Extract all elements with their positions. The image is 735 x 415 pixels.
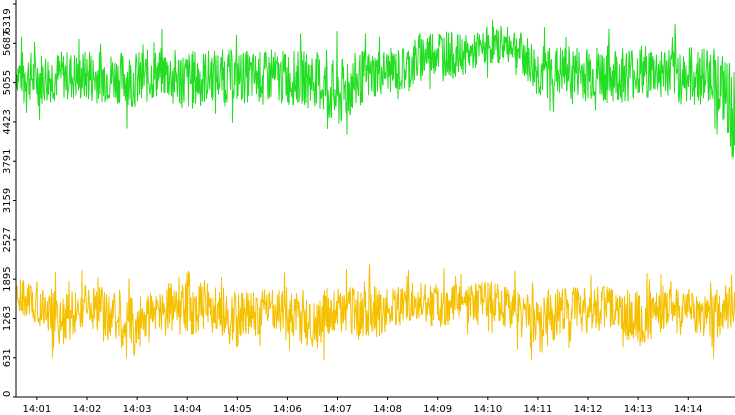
x-tick-label: 14:13 <box>624 404 653 415</box>
y-tick-label: 3791 <box>2 148 13 173</box>
series-1-line <box>15 19 735 158</box>
y-tick-label: 4423 <box>2 109 13 134</box>
x-tick-label: 14:10 <box>473 404 502 415</box>
x-tick-label: 14:05 <box>223 404 252 415</box>
y-tick-label: 2527 <box>2 227 13 252</box>
x-tick-label: 14:06 <box>273 404 302 415</box>
y-tick-label: 0 <box>2 391 13 397</box>
x-tick-label: 14:03 <box>123 404 152 415</box>
x-tick-label: 14:01 <box>22 404 51 415</box>
x-tick-label: 14:08 <box>373 404 402 415</box>
x-tick-label: 14:07 <box>323 404 352 415</box>
x-tick-label: 14:09 <box>423 404 452 415</box>
x-axis: 14:01 14:02 14:03 14:04 14:05 14:06 14:07 14:08… <box>16 396 735 415</box>
y-tick-label: 3159 <box>2 188 13 213</box>
y-tick-label: 1263 <box>2 306 13 331</box>
line-chart: 0631126318952527315937914423505556876319… <box>2 0 735 415</box>
x-tick-label: 14:12 <box>574 404 603 415</box>
x-tick-label: 14:14 <box>674 404 703 415</box>
y-axis: 0631126318952527315937914423505556876319 <box>2 0 17 398</box>
y-tick-label: 1895 <box>2 266 13 291</box>
x-tick-label: 14:11 <box>524 404 553 415</box>
y-tick-label: 5055 <box>2 70 13 95</box>
y-tick-label: 631 <box>2 348 13 367</box>
plot-area <box>15 19 735 361</box>
x-tick-label: 14:04 <box>173 404 202 415</box>
y-tick-label: 6319 <box>2 8 13 33</box>
x-tick-label: 14:02 <box>73 404 102 415</box>
series-2-line <box>15 263 735 361</box>
